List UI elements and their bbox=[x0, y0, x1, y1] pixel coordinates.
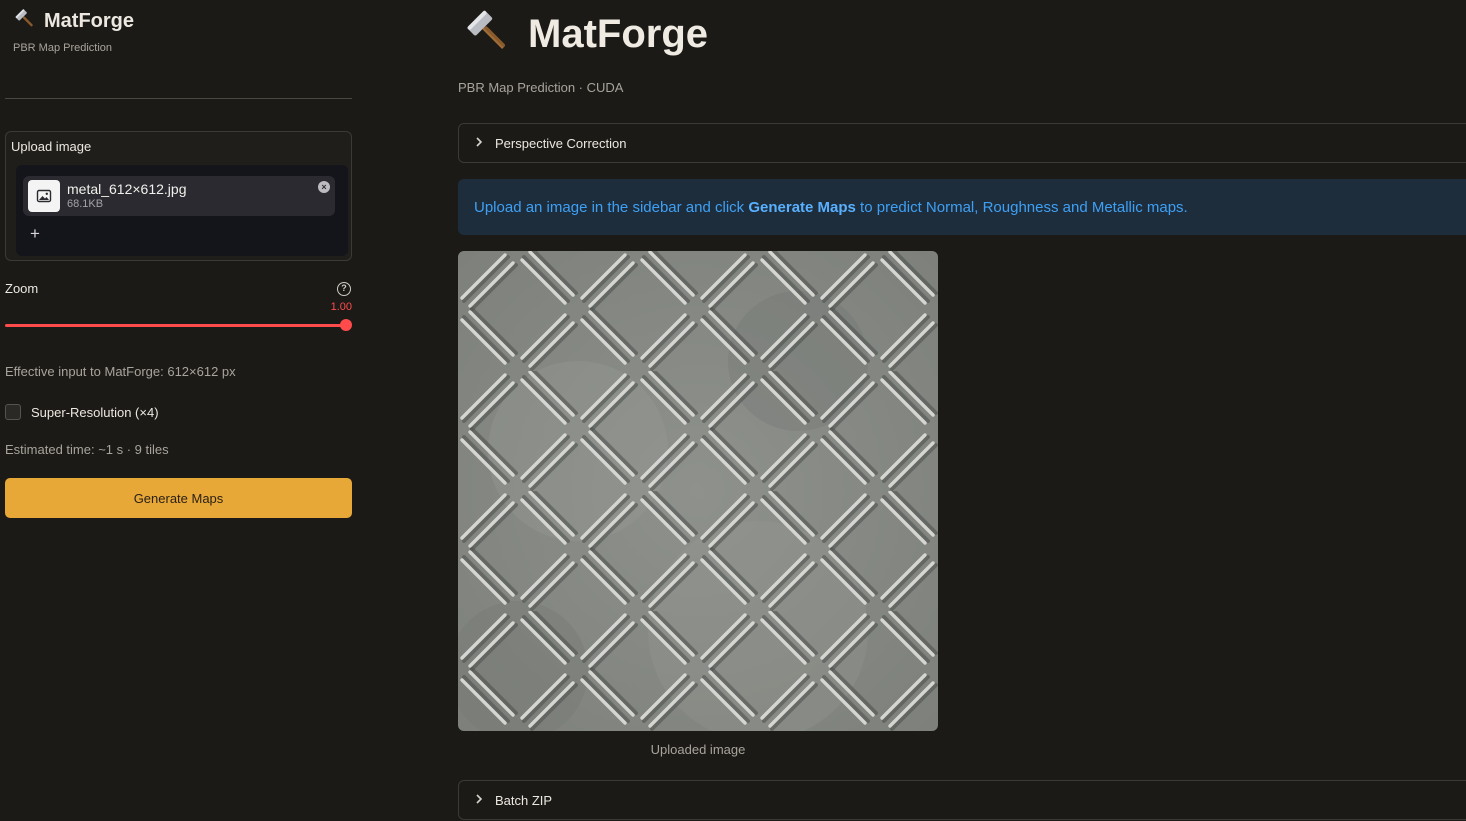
upload-dropzone[interactable]: metal_612×612.jpg 68.1KB × + bbox=[16, 165, 348, 256]
sidebar-divider bbox=[5, 98, 352, 99]
batch-zip-label: Batch ZIP bbox=[495, 792, 553, 808]
image-file-icon bbox=[28, 180, 60, 212]
zoom-slider-track[interactable] bbox=[5, 324, 347, 327]
perspective-correction-expander[interactable]: Perspective Correction bbox=[458, 123, 1466, 163]
uploaded-image bbox=[458, 251, 938, 731]
file-name: metal_612×612.jpg bbox=[67, 181, 187, 197]
batch-zip-expander[interactable]: Batch ZIP bbox=[458, 780, 1466, 820]
sidebar-app-subtitle: PBR Map Prediction bbox=[13, 42, 113, 54]
info-text-suffix: to predict Normal, Roughness and Metalli… bbox=[855, 198, 1188, 216]
chevron-right-icon bbox=[475, 136, 489, 150]
info-alert: Upload an image in the sidebar and click… bbox=[458, 179, 1466, 235]
info-text-prefix: Upload an image in the sidebar and click bbox=[474, 198, 749, 216]
zoom-slider-thumb[interactable] bbox=[340, 319, 352, 331]
image-caption: Uploaded image bbox=[650, 742, 746, 757]
effective-input-text: Effective input to MatForge: 612×612 px bbox=[5, 364, 236, 379]
hammer-icon bbox=[464, 8, 512, 61]
page-title: MatForge bbox=[464, 8, 708, 61]
upload-label: Upload image bbox=[11, 139, 92, 154]
uploaded-file-card: metal_612×612.jpg 68.1KB × bbox=[23, 176, 335, 216]
zoom-value: 1.00 bbox=[330, 301, 352, 313]
estimated-time-text: Estimated time: ~1 s · 9 tiles bbox=[5, 442, 169, 457]
sidebar: MatForge PBR Map Prediction Upload image… bbox=[0, 0, 360, 821]
question-circle-icon[interactable]: ? bbox=[337, 282, 351, 296]
upload-panel: Upload image metal_612×612.jpg 68.1KB × … bbox=[5, 131, 352, 261]
sidebar-brand: MatForge bbox=[14, 8, 134, 35]
info-text: Upload an image in the sidebar and click… bbox=[474, 199, 1188, 216]
file-size: 68.1KB bbox=[67, 198, 104, 210]
hammer-icon bbox=[14, 8, 36, 35]
sidebar-app-title: MatForge bbox=[44, 10, 134, 32]
checkbox-box[interactable] bbox=[5, 404, 21, 420]
close-circle-icon[interactable]: × bbox=[318, 181, 330, 193]
super-resolution-label: Super-Resolution (×4) bbox=[31, 404, 159, 420]
chevron-right-icon bbox=[475, 793, 489, 807]
page-subtitle: PBR Map Prediction · CUDA bbox=[458, 80, 624, 95]
add-file-button[interactable]: + bbox=[30, 224, 40, 244]
generate-maps-button[interactable]: Generate Maps bbox=[5, 478, 352, 518]
info-text-bold: Generate Maps bbox=[748, 198, 856, 216]
super-resolution-checkbox[interactable]: Super-Resolution (×4) bbox=[5, 404, 159, 420]
perspective-correction-label: Perspective Correction bbox=[495, 135, 627, 151]
page-title-text: MatForge bbox=[528, 12, 708, 56]
zoom-label: Zoom bbox=[5, 281, 39, 296]
